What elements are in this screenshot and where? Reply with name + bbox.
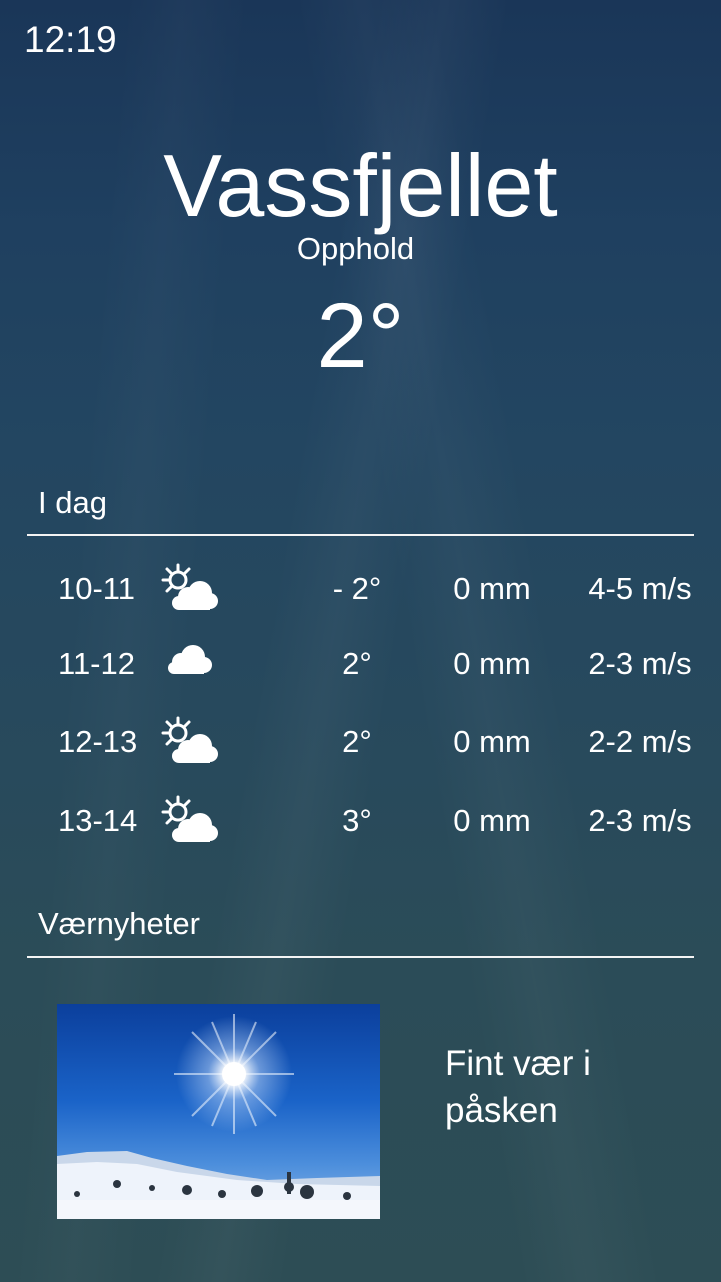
forecast-precipitation: 0 mm xyxy=(453,724,531,759)
forecast-precipitation: 0 mm xyxy=(453,571,531,606)
cloudy-icon xyxy=(158,634,222,694)
forecast-time: 10-11 xyxy=(58,571,135,606)
section-title-today: I dag xyxy=(38,485,107,520)
forecast-temperature: 2° xyxy=(342,646,372,681)
news-thumbnail[interactable] xyxy=(57,1004,380,1219)
forecast-time: 11-12 xyxy=(58,646,135,681)
news-item[interactable]: Fint vær i påsken xyxy=(57,1004,657,1219)
location-name: Vassfjellet xyxy=(163,136,558,235)
section-divider xyxy=(27,956,694,958)
forecast-precipitation: 0 mm xyxy=(453,803,531,838)
section-title-news: Værnyheter xyxy=(38,906,200,941)
forecast-temperature: 2° xyxy=(342,724,372,759)
partly-cloudy-icon xyxy=(158,712,222,772)
forecast-wind: 2-3 m/s xyxy=(588,646,692,681)
forecast-row[interactable]: 12-13 2° 0 mm 2-2 m/s xyxy=(0,712,721,772)
forecast-row[interactable]: 13-14 3° 0 mm 2-3 m/s xyxy=(0,791,721,851)
news-headline[interactable]: Fint vær i påsken xyxy=(445,1040,655,1134)
forecast-wind: 2-2 m/s xyxy=(588,724,692,759)
partly-cloudy-icon xyxy=(158,791,222,851)
forecast-wind: 4-5 m/s xyxy=(588,571,692,606)
forecast-row[interactable]: 11-12 2° 0 mm 2-3 m/s xyxy=(0,634,721,694)
forecast-temperature: 3° xyxy=(342,803,372,838)
current-temperature: 2° xyxy=(316,285,405,387)
status-bar-time: 12:19 xyxy=(24,19,117,60)
forecast-precipitation: 0 mm xyxy=(453,646,531,681)
forecast-wind: 2-3 m/s xyxy=(588,803,692,838)
forecast-time: 13-14 xyxy=(58,803,138,838)
forecast-row[interactable]: 10-11 - 2° 0 mm 4-5 m/s xyxy=(0,559,721,619)
forecast-time: 12-13 xyxy=(58,724,138,759)
section-divider xyxy=(27,534,694,536)
weather-condition: Opphold xyxy=(296,231,415,266)
partly-cloudy-icon xyxy=(158,559,222,619)
forecast-temperature: - 2° xyxy=(332,571,382,606)
